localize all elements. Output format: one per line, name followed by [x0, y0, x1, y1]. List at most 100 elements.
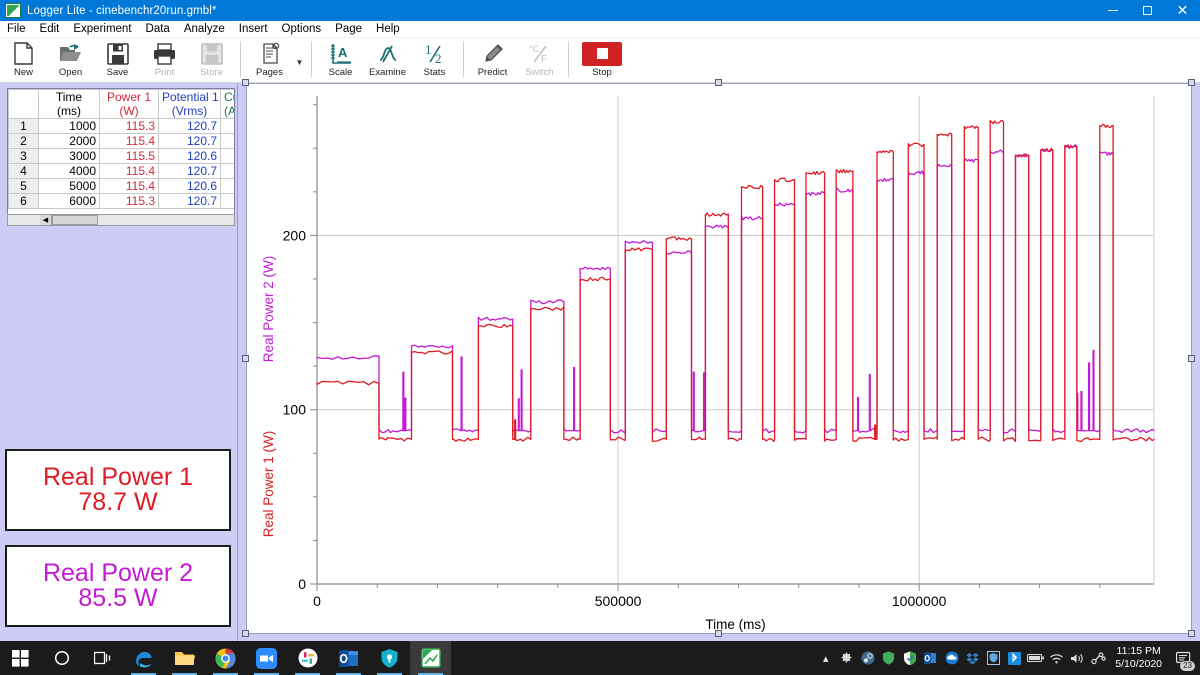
- edge-browser-icon[interactable]: [123, 641, 164, 675]
- cell-time[interactable]: 2000: [39, 134, 100, 149]
- new-button[interactable]: New: [0, 38, 47, 83]
- resize-handle-top-left[interactable]: [242, 79, 249, 86]
- meter-real-power-2[interactable]: Real Power 2 85.5 W: [5, 545, 231, 627]
- resize-handle-top-right[interactable]: [1188, 79, 1195, 86]
- open-button[interactable]: Open: [47, 38, 94, 83]
- column-header-current1[interactable]: Current 1: [221, 90, 236, 105]
- table-row[interactable]: 5 5000 115.4 120.6 0.9: [9, 179, 236, 194]
- menu-item-insert[interactable]: Insert: [232, 21, 275, 38]
- column-header-time[interactable]: Time: [39, 90, 100, 105]
- scroll-left-icon[interactable]: ◀: [40, 215, 52, 225]
- task-view-icon[interactable]: [82, 641, 123, 675]
- file-explorer-icon[interactable]: [164, 641, 205, 675]
- power-vs-time-chart[interactable]: 010020005000001000000Time (ms)Real Power…: [247, 84, 1193, 635]
- menu-item-experiment[interactable]: Experiment: [66, 21, 138, 38]
- menu-item-options[interactable]: Options: [275, 21, 329, 38]
- action-center-icon[interactable]: 23: [1170, 641, 1196, 675]
- cell-time[interactable]: 6000: [39, 194, 100, 209]
- examine-button[interactable]: Examine: [364, 38, 411, 83]
- column-header-potential1[interactable]: Potential 1: [159, 90, 221, 105]
- data-table[interactable]: Time Power 1 Potential 1 Current 1 (ms) …: [7, 88, 235, 220]
- resize-handle-bottom-right[interactable]: [1188, 630, 1195, 637]
- table-row[interactable]: 3 3000 115.5 120.6 0.9: [9, 149, 236, 164]
- cortana-search-icon[interactable]: [41, 641, 82, 675]
- cell-potential1[interactable]: 120.6: [159, 149, 221, 164]
- menu-item-help[interactable]: Help: [369, 21, 407, 38]
- volume-icon[interactable]: [1067, 641, 1088, 675]
- cell-potential1[interactable]: 120.7: [159, 164, 221, 179]
- menu-item-analyze[interactable]: Analyze: [177, 21, 232, 38]
- table-horizontal-scrollbar[interactable]: ◀: [7, 214, 235, 226]
- table-row[interactable]: 1 1000 115.3 120.7 0.9: [9, 119, 236, 134]
- cell-power1[interactable]: 115.5: [100, 149, 159, 164]
- table-row[interactable]: 4 4000 115.4 120.7 0.9: [9, 164, 236, 179]
- onedrive-cloud-icon[interactable]: [941, 641, 962, 675]
- cell-current1[interactable]: 0.9: [221, 164, 236, 179]
- graph-container[interactable]: 010020005000001000000Time (ms)Real Power…: [246, 83, 1192, 634]
- cell-potential1[interactable]: 120.7: [159, 134, 221, 149]
- cell-potential1[interactable]: 120.7: [159, 119, 221, 134]
- taskbar-clock[interactable]: 11:15 PM 5/10/2020: [1109, 645, 1170, 671]
- battery-icon[interactable]: [1025, 641, 1046, 675]
- wifi-icon[interactable]: [1046, 641, 1067, 675]
- menu-item-data[interactable]: Data: [139, 21, 177, 38]
- windows-start-icon[interactable]: [0, 641, 41, 675]
- green-shield-icon[interactable]: [878, 641, 899, 675]
- cell-time[interactable]: 3000: [39, 149, 100, 164]
- minimize-icon[interactable]: [1095, 0, 1130, 21]
- menu-item-page[interactable]: Page: [328, 21, 369, 38]
- slack-app-icon[interactable]: [287, 641, 328, 675]
- stats-button[interactable]: 12 Stats: [411, 38, 458, 83]
- maximize-icon[interactable]: [1130, 0, 1165, 21]
- bluetooth-icon[interactable]: [1004, 641, 1025, 675]
- menu-item-file[interactable]: File: [0, 21, 33, 38]
- meter-real-power-1[interactable]: Real Power 1 78.7 W: [5, 449, 231, 531]
- resize-handle-middle-left[interactable]: [242, 355, 249, 362]
- cell-power1[interactable]: 115.3: [100, 119, 159, 134]
- show-hidden-icons-chevron[interactable]: ▴: [815, 641, 836, 675]
- usb-device-icon[interactable]: [1088, 641, 1109, 675]
- cell-time[interactable]: 4000: [39, 164, 100, 179]
- chevron-down-icon[interactable]: ▼: [293, 38, 306, 83]
- scrollbar-thumb[interactable]: [52, 215, 98, 225]
- cell-power1[interactable]: 115.4: [100, 164, 159, 179]
- chrome-browser-icon[interactable]: [205, 641, 246, 675]
- menu-item-edit[interactable]: Edit: [33, 21, 67, 38]
- cell-current1[interactable]: 0.9: [221, 194, 236, 209]
- close-icon[interactable]: ✕: [1165, 0, 1200, 21]
- cell-potential1[interactable]: 120.7: [159, 194, 221, 209]
- cell-current1[interactable]: 0.9: [221, 119, 236, 134]
- cell-power1[interactable]: 115.3: [100, 194, 159, 209]
- stop-button[interactable]: Stop: [574, 38, 630, 83]
- security-shield-icon[interactable]: [899, 641, 920, 675]
- pages-button[interactable]: Pages: [246, 38, 293, 83]
- save-button[interactable]: Save: [94, 38, 141, 83]
- cell-current1[interactable]: 0.9: [221, 179, 236, 194]
- defender-shield-icon[interactable]: [983, 641, 1004, 675]
- resize-handle-top-center[interactable]: [715, 79, 722, 86]
- dropbox-icon[interactable]: [962, 641, 983, 675]
- table-row[interactable]: 6 6000 115.3 120.7 0.9: [9, 194, 236, 209]
- cell-power1[interactable]: 115.4: [100, 179, 159, 194]
- scale-button[interactable]: A Scale: [317, 38, 364, 83]
- chart[interactable]: 010020005000001000000Time (ms)Real Power…: [247, 84, 1191, 633]
- cell-power1[interactable]: 115.4: [100, 134, 159, 149]
- cell-time[interactable]: 1000: [39, 119, 100, 134]
- cell-potential1[interactable]: 120.6: [159, 179, 221, 194]
- logger-lite-taskbar-icon[interactable]: [410, 641, 451, 675]
- nvidia-settings-icon[interactable]: [836, 641, 857, 675]
- column-header-power1[interactable]: Power 1: [100, 90, 159, 105]
- resize-handle-bottom-center[interactable]: [715, 630, 722, 637]
- resize-handle-bottom-left[interactable]: [242, 630, 249, 637]
- outlook-app-icon[interactable]: [328, 641, 369, 675]
- steam-icon[interactable]: [857, 641, 878, 675]
- zoom-app-icon[interactable]: [246, 641, 287, 675]
- table-row[interactable]: 2 2000 115.4 120.7 0.9: [9, 134, 236, 149]
- outlook-tray-icon[interactable]: [920, 641, 941, 675]
- resize-handle-middle-right[interactable]: [1188, 355, 1195, 362]
- predict-button[interactable]: Predict: [469, 38, 516, 83]
- shield-vpn-icon[interactable]: [369, 641, 410, 675]
- cell-time[interactable]: 5000: [39, 179, 100, 194]
- cell-current1[interactable]: 0.9: [221, 134, 236, 149]
- cell-current1[interactable]: 0.9: [221, 149, 236, 164]
